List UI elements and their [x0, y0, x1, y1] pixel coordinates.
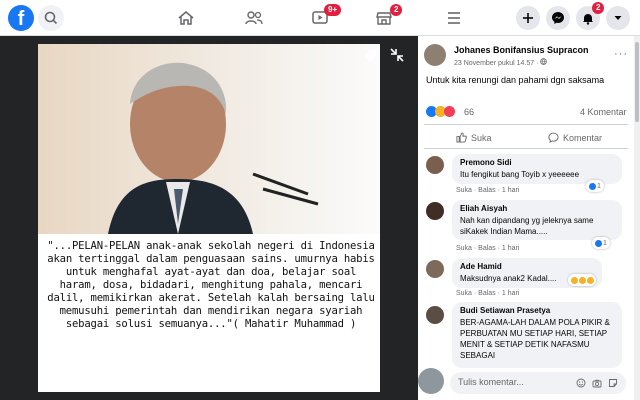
- comment-reaction-count: 1: [597, 182, 601, 190]
- divider: [424, 148, 628, 149]
- commenter-name[interactable]: Budi Setiawan Prasetya: [460, 306, 614, 315]
- watch-badge: 9+: [324, 4, 342, 16]
- comment-text: BER-AGAMA-LAH DALAM POLA PIKIR & PERBUAT…: [460, 318, 610, 360]
- commenter-name[interactable]: Premono Sidi: [460, 158, 614, 167]
- search-button[interactable]: [38, 5, 64, 31]
- nav-watch[interactable]: 9+: [292, 0, 348, 36]
- like-button[interactable]: Suka: [456, 132, 492, 143]
- post-timestamp: 23 November pukul 14.57 ·: [454, 58, 548, 67]
- comment-button[interactable]: Komentar: [548, 132, 602, 143]
- create-button[interactable]: [516, 6, 540, 30]
- like-reaction-icon: [589, 182, 597, 190]
- commenter-name[interactable]: Ade Hamid: [460, 262, 594, 271]
- commenter-avatar[interactable]: [426, 156, 444, 174]
- comment-text: Nah kan dipandang yg jeleknya same siKak…: [460, 216, 594, 236]
- comment-input[interactable]: Tulis komentar...: [450, 372, 626, 394]
- notifications-badge: 2: [592, 2, 605, 14]
- nav-home[interactable]: [158, 0, 214, 36]
- laugh-reaction-icon: [570, 276, 578, 284]
- nav-friends[interactable]: [226, 0, 282, 36]
- fullscreen-button[interactable]: [388, 46, 406, 64]
- marketplace-badge: 2: [390, 4, 403, 16]
- comment-reaction-badge[interactable]: 1: [586, 180, 604, 192]
- bell-icon: [583, 13, 593, 25]
- divider: [424, 124, 628, 125]
- post-options-button[interactable]: ···: [614, 48, 628, 60]
- love-reaction-icon: [444, 106, 455, 117]
- like-label: Suka: [471, 132, 492, 143]
- hamburger-menu-icon: [448, 12, 460, 24]
- post-caption: Untuk kita renungi dan pahami dgn saksam…: [426, 75, 605, 85]
- speaker-portrait-illustration: [108, 62, 319, 234]
- comment-label: Komentar: [563, 132, 603, 143]
- collapse-arrows-icon: [390, 48, 404, 62]
- laugh-reaction-icon: [578, 276, 586, 284]
- tag-icon: [364, 50, 376, 62]
- post-photo: [38, 44, 380, 234]
- comment-actions[interactable]: Suka · Balas · 1 hari: [456, 245, 519, 252]
- camera-icon[interactable]: [592, 378, 602, 388]
- comment-text: Itu fengikut bang Toyib x yeeeeee: [460, 170, 580, 179]
- panel-scrollbar[interactable]: [634, 36, 640, 400]
- comment-reaction-badge[interactable]: [568, 274, 596, 286]
- comment-reaction-badge[interactable]: 1: [592, 237, 610, 249]
- sticker-icon[interactable]: [608, 378, 618, 388]
- emoji-icon[interactable]: [576, 378, 586, 388]
- laugh-reaction-icon: [586, 276, 594, 284]
- comment-bubble: Budi Setiawan Prasetya BER-AGAMA-LAH DAL…: [452, 302, 622, 368]
- top-navigation-bar: f 9+ 2 2: [0, 0, 640, 36]
- messenger-button[interactable]: [546, 6, 570, 30]
- nav-menu[interactable]: [426, 0, 482, 36]
- messenger-icon: [552, 12, 564, 24]
- comment-actions[interactable]: Suka · Balas · 1 hari: [456, 290, 519, 297]
- author-avatar[interactable]: [424, 44, 446, 66]
- post-image: "...PELAN-PELAN anak-anak sekolah negeri…: [38, 44, 380, 392]
- comment-input-placeholder: Tulis komentar...: [458, 377, 524, 387]
- plus-icon: [523, 13, 533, 23]
- comment-actions[interactable]: Suka · Balas · 1 hari: [456, 187, 519, 194]
- comment-bubble: Eliah Aisyah Nah kan dipandang yg jelekn…: [452, 200, 622, 240]
- commenter-avatar[interactable]: [426, 306, 444, 324]
- reactions-count[interactable]: 66: [464, 107, 474, 117]
- commenter-name[interactable]: Eliah Aisyah: [460, 204, 614, 213]
- commenter-avatar[interactable]: [426, 202, 444, 220]
- reaction-icons[interactable]: [426, 106, 460, 118]
- comment-bubble-icon: [548, 132, 559, 143]
- comments-count[interactable]: 4 Komentar: [580, 107, 627, 117]
- thumbs-up-icon: [456, 132, 467, 143]
- chevron-down-icon: [614, 16, 622, 20]
- more-dots-icon: ···: [614, 48, 628, 60]
- commenter-avatar[interactable]: [426, 260, 444, 278]
- friends-icon: [245, 11, 263, 25]
- notifications-button[interactable]: 2: [576, 2, 605, 30]
- tag-button[interactable]: [362, 48, 378, 64]
- search-icon: [44, 11, 58, 25]
- post-author-name[interactable]: Johanes Bonifansius Supracon: [454, 45, 589, 55]
- facebook-logo[interactable]: f: [8, 5, 34, 31]
- current-user-avatar[interactable]: [418, 368, 444, 394]
- account-button[interactable]: [606, 6, 630, 30]
- nav-marketplace[interactable]: 2: [356, 0, 412, 36]
- like-reaction-icon: [595, 239, 603, 247]
- comment-reaction-count: 1: [603, 239, 607, 247]
- globe-icon: [540, 58, 548, 65]
- home-icon: [178, 11, 194, 25]
- image-quote-text: "...PELAN-PELAN anak-anak sekolah negeri…: [47, 240, 375, 330]
- scrollbar-thumb[interactable]: [635, 42, 639, 122]
- post-time-text: 23 November pukul 14.57 ·: [454, 60, 541, 67]
